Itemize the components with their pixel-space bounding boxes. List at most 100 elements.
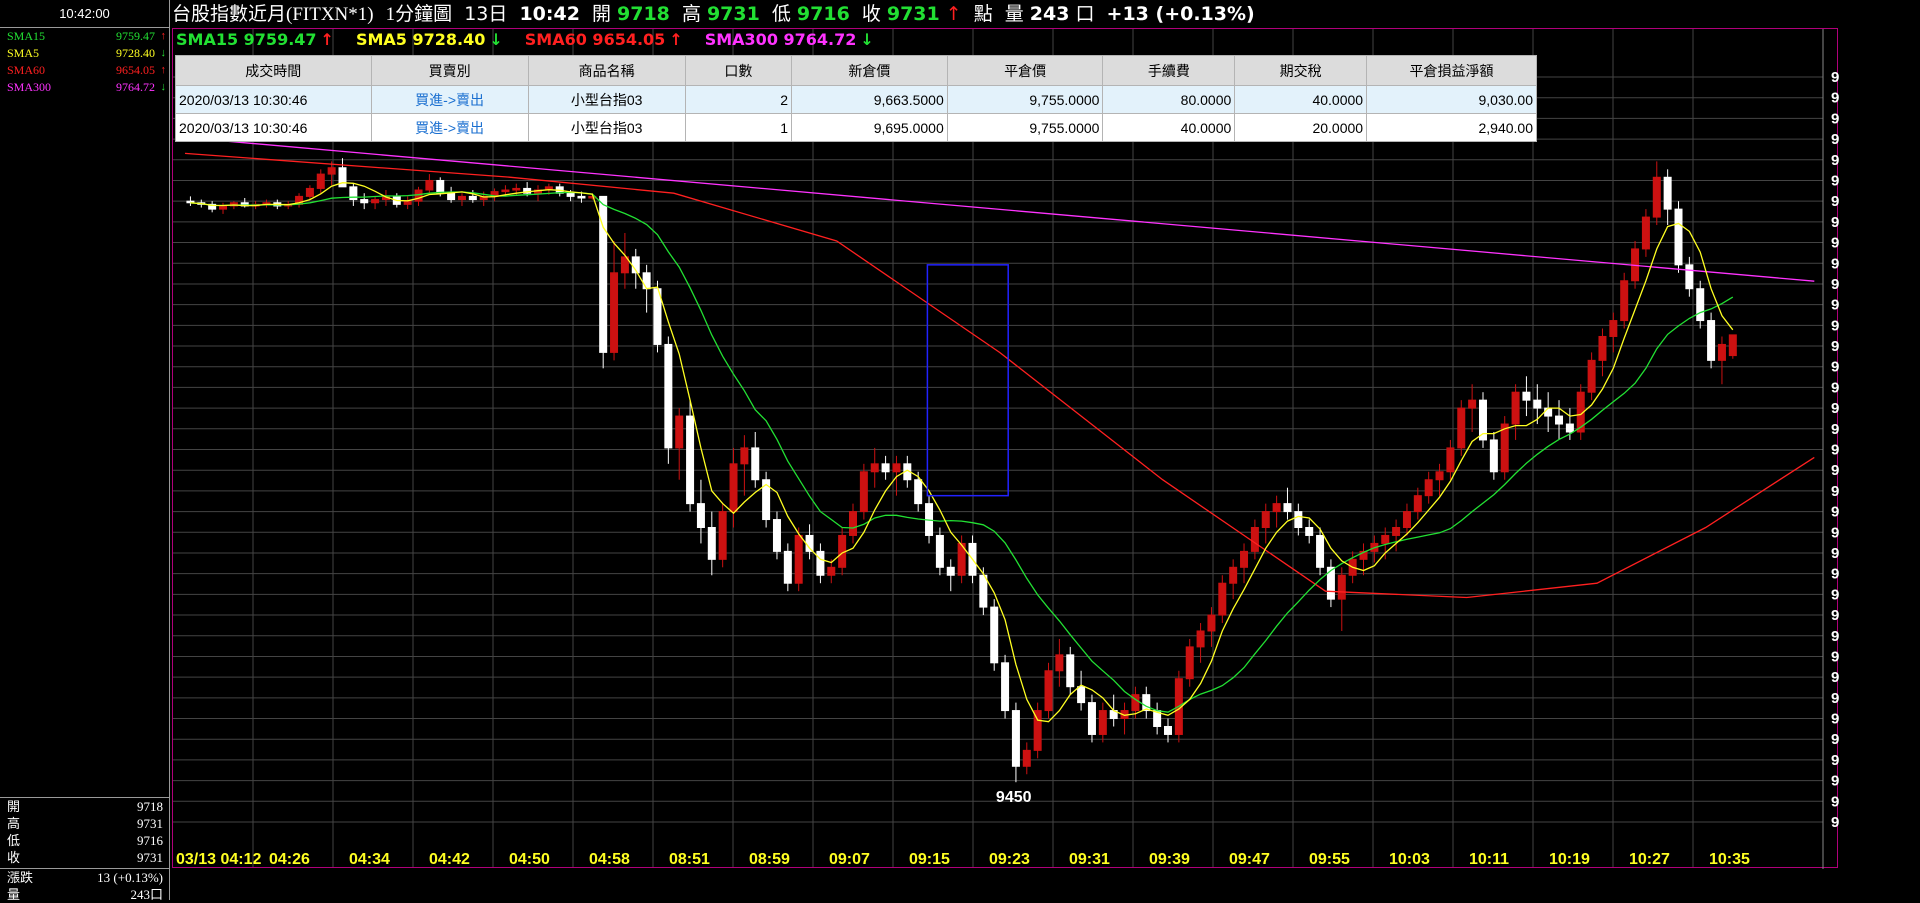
candle-body (751, 447, 760, 481)
candle-body (1055, 654, 1064, 672)
y-tick-label: 9438 (1831, 793, 1839, 810)
candle-body (1555, 415, 1564, 425)
x-tick-label: 04:34 (349, 851, 390, 868)
y-tick-label: 9451 (1831, 773, 1839, 790)
x-tick-label: 04:58 (589, 851, 630, 868)
candle-body (1250, 527, 1259, 552)
up-arrow-icon: ↑ (160, 30, 167, 42)
candle-body (1402, 511, 1411, 529)
candlestick-chart[interactable]: 9893 9880 9867 9854 9841 9828 9815 9802 9789 9776… (173, 29, 1839, 869)
column-header[interactable]: 成交時間 (175, 55, 372, 86)
candle-body (696, 503, 705, 529)
y-tick-label: 9542 (1831, 628, 1839, 645)
candle-body (1011, 710, 1020, 767)
sma-name: SMA15 (7, 29, 46, 43)
candle-body (1087, 702, 1096, 735)
candle-body (1544, 407, 1553, 417)
table-cell: 40.0000 (1234, 85, 1368, 114)
column-header[interactable]: 平倉價 (946, 55, 1104, 86)
candle-body (1565, 423, 1574, 433)
period-label[interactable]: 1分鐘圖 (386, 4, 453, 25)
change-label: 漲跌 (7, 870, 34, 885)
candle-body (1392, 527, 1401, 536)
column-header[interactable]: 買賣別 (370, 55, 529, 86)
candle-body (1283, 503, 1292, 513)
candle-body (718, 511, 727, 560)
candle-body (1641, 216, 1650, 250)
candle-body (468, 195, 477, 201)
left-sma-row: SMA5 9728.40 ↓ (0, 45, 169, 62)
low-price-annotation: 9450 (996, 789, 1032, 806)
candle-body (371, 199, 380, 204)
sma-value: 9764.72 (116, 80, 155, 94)
column-header[interactable]: 商品名稱 (527, 55, 686, 86)
table-row[interactable]: 2020/03/13 10:30:46 買進->賣出 小型台指03 1 9,695.00… (175, 113, 1537, 142)
candle-body (447, 192, 456, 201)
chart-frame: 9893 9880 9867 9854 9841 9828 9815 9802 9789 9776… (172, 28, 1839, 869)
candle-body (577, 195, 586, 199)
column-header[interactable]: 新倉價 (791, 55, 948, 86)
close-value: 9731 (137, 850, 163, 865)
candle-body (1044, 670, 1053, 712)
change-summary: 漲跌 13 (+0.13%) 量 243口 (0, 868, 169, 903)
low-label: 低 (7, 833, 21, 848)
table-cell: 20.0000 (1234, 113, 1368, 142)
candle-body (1728, 334, 1737, 357)
sma-legend-item: SMA5 9728.40 (355, 30, 486, 49)
highlight-box (926, 264, 1009, 497)
y-tick-label: 9555 (1831, 607, 1839, 624)
candle-body (1717, 343, 1726, 361)
candle-body (881, 463, 890, 473)
trade-table: 成交時間 買賣別 商品名稱 口數 新倉價 平倉價 手續費 期交稅 平倉損益淨額 2020/03/… (175, 55, 1537, 142)
table-row[interactable]: 2020/03/13 10:30:46 買進->賣出 小型台指03 2 9,663.50… (175, 85, 1537, 114)
candle-body (729, 463, 738, 513)
candle-body (1533, 399, 1542, 409)
volume-label: 量 (7, 887, 21, 902)
candle-body (1381, 534, 1390, 544)
y-tick-label: 9841 (1831, 152, 1839, 169)
x-tick-label: 10:27 (1629, 851, 1670, 868)
candle-body (859, 471, 868, 513)
sma-value: 9728.40 (116, 46, 155, 60)
sma-legend: SMA15 9759.47 ↑ SMA5 9728.40 ↓ SMA60 9654.05… (176, 30, 896, 50)
y-tick-label: 9737 (1831, 317, 1839, 334)
candle-body (892, 463, 901, 473)
candle-body (1707, 320, 1716, 361)
candle-body (360, 199, 369, 204)
table-cell: 9,663.5000 (791, 85, 948, 114)
candle-body (772, 519, 781, 552)
x-tick-label: 04:26 (269, 851, 310, 868)
table-cell: 2,940.00 (1366, 113, 1537, 142)
candle-body (1413, 495, 1422, 513)
y-tick-label: 9880 (1831, 90, 1839, 107)
candle-body (316, 173, 325, 189)
x-tick-label: 03/13 04:12 (176, 851, 262, 868)
sma-legend-item: SMA60 9654.05 (524, 30, 666, 49)
x-tick-label: 09:39 (1149, 851, 1190, 868)
candle-body (816, 550, 825, 576)
change-top: +13 (+0.13%) (1106, 3, 1255, 25)
y-tick-label: 9867 (1831, 110, 1839, 127)
y-tick-label: 9620 (1831, 504, 1839, 521)
candle-body (1240, 550, 1249, 568)
y-tick-label: 9776 (1831, 255, 1839, 272)
column-header[interactable]: 期交稅 (1234, 55, 1368, 86)
y-tick-label: 9815 (1831, 193, 1839, 210)
candle-body (1652, 176, 1661, 218)
y-tick-label: 9724 (1831, 338, 1839, 355)
candle-body (1435, 471, 1444, 481)
table-cell: 9,755.0000 (946, 113, 1104, 142)
x-tick-label: 09:31 (1069, 851, 1110, 868)
sma-value: 9759.47 (116, 29, 155, 43)
candle-body (610, 272, 619, 353)
column-header[interactable]: 平倉損益淨額 (1366, 55, 1537, 86)
candle-body (1305, 527, 1314, 536)
y-tick-label: 9802 (1831, 214, 1839, 231)
symbol-title[interactable]: 台股指數近月(FITXN*1) (172, 4, 374, 25)
column-header[interactable]: 口數 (684, 55, 793, 86)
candle-body (1207, 614, 1216, 632)
candle-body (1587, 359, 1596, 393)
table-cell: 9,755.0000 (946, 85, 1104, 114)
volume-value-top: 243 (1029, 3, 1070, 25)
column-header[interactable]: 手續費 (1102, 55, 1236, 86)
